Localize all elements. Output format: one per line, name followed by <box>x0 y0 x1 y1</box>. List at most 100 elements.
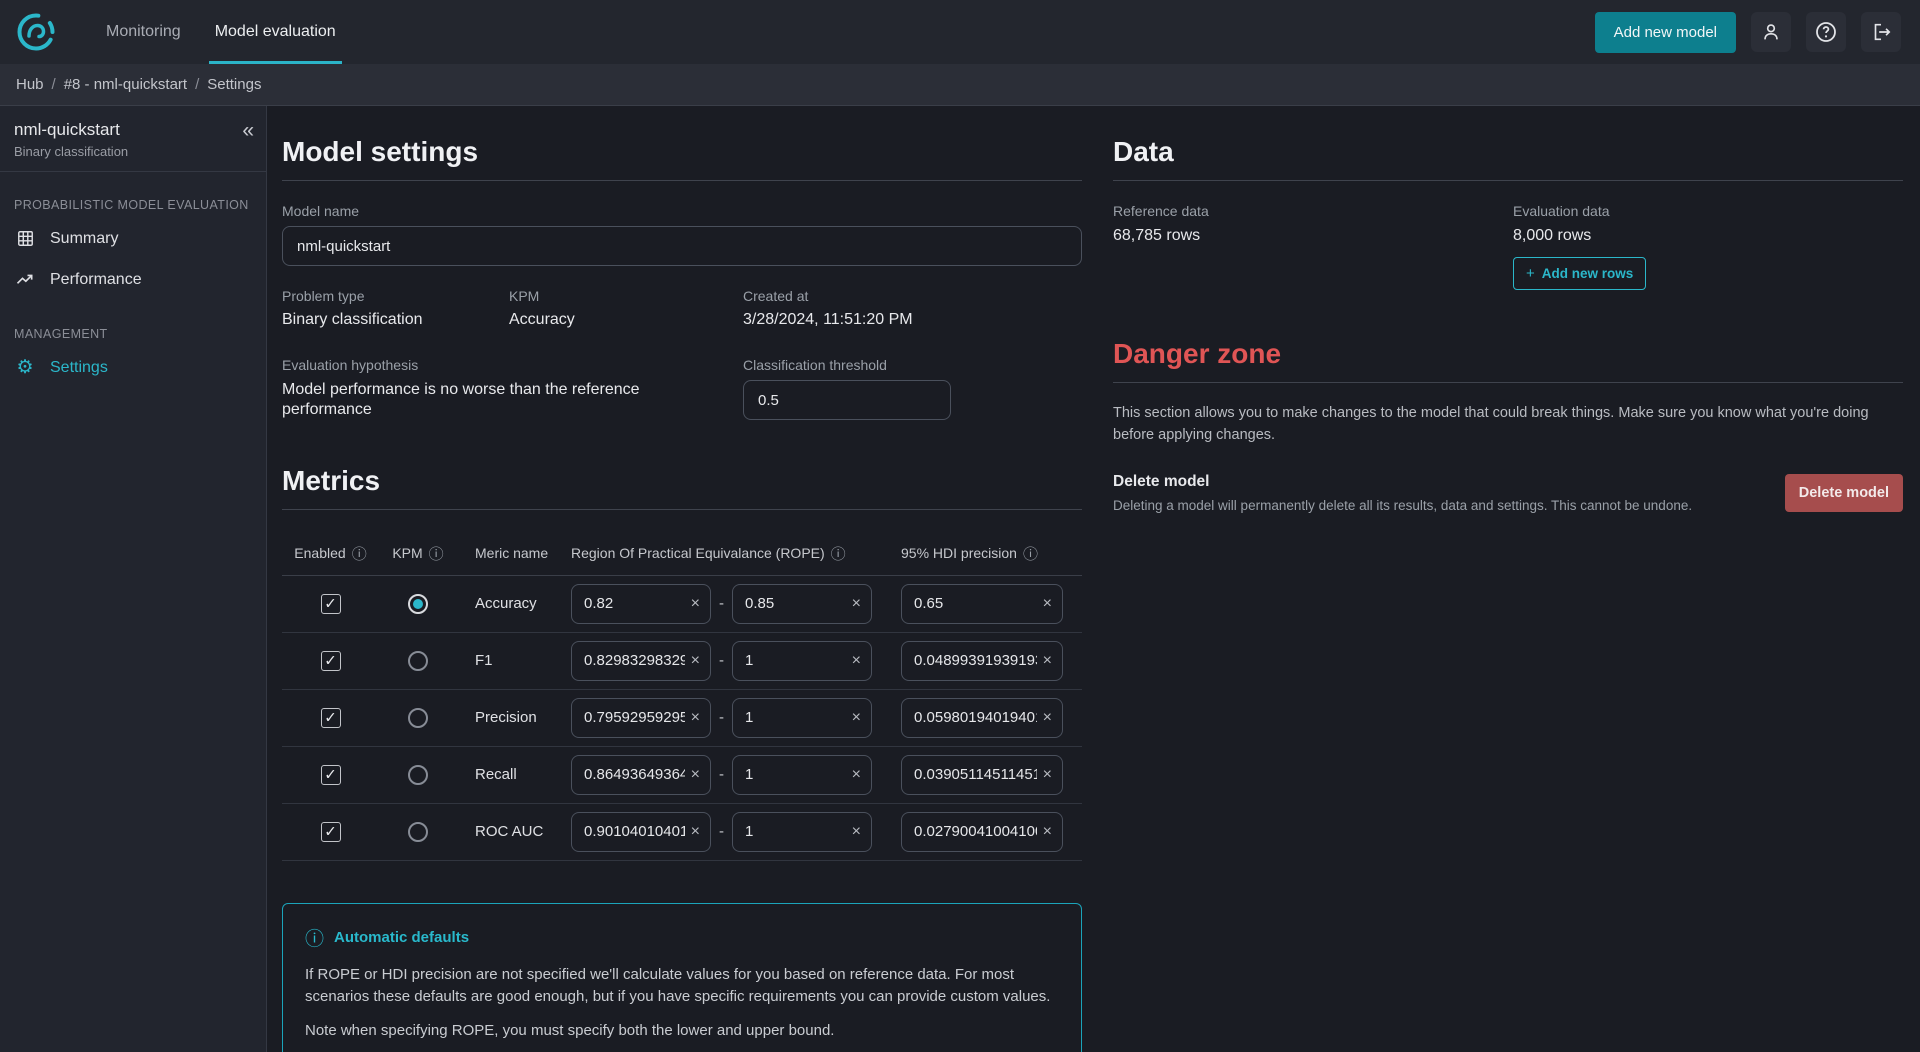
classification-threshold-input[interactable] <box>743 380 951 420</box>
clear-icon[interactable]: × <box>1041 824 1062 840</box>
gear-icon: ⚙ <box>14 358 36 377</box>
rope-lower-input[interactable] <box>572 766 689 783</box>
divider <box>282 509 1082 510</box>
sidebar-item-settings[interactable]: ⚙ Settings <box>0 347 266 388</box>
sidebar-collapse-button[interactable]: « <box>242 120 254 141</box>
reference-data-field: Reference data 68,785 rows <box>1113 203 1513 290</box>
hdi-precision-input[interactable] <box>902 766 1041 783</box>
clear-icon[interactable]: × <box>689 767 710 783</box>
enabled-checkbox[interactable] <box>321 765 341 785</box>
enabled-checkbox[interactable] <box>321 822 341 842</box>
created-at-field: Created at 3/28/2024, 11:51:20 PM <box>743 288 1082 329</box>
metric-name: Accuracy <box>457 595 571 612</box>
rope-upper-input[interactable] <box>733 709 850 726</box>
clear-icon[interactable]: × <box>689 710 710 726</box>
breadcrumb-model[interactable]: #8 - nml-quickstart <box>64 76 187 93</box>
delete-model-description: Deleting a model will permanently delete… <box>1113 498 1692 513</box>
hdi-precision-input[interactable] <box>902 595 1041 612</box>
delete-model-button[interactable]: Delete model <box>1785 474 1903 512</box>
rope-upper-input[interactable] <box>733 595 850 612</box>
column-metric-name-label: Meric name <box>475 545 548 561</box>
sidebar-item-performance[interactable]: Performance <box>0 259 266 301</box>
kpm-radio[interactable] <box>408 708 428 728</box>
data-column: Data Reference data 68,785 rows Evaluati… <box>1113 106 1903 1052</box>
enabled-checkbox[interactable] <box>321 708 341 728</box>
range-dash: - <box>719 595 724 612</box>
kpm-radio[interactable] <box>408 822 428 842</box>
model-name-input[interactable] <box>282 226 1082 266</box>
tab-monitoring[interactable]: Monitoring <box>100 0 187 64</box>
clear-icon[interactable]: × <box>850 767 871 783</box>
clear-icon[interactable]: × <box>689 653 710 669</box>
divider <box>1113 382 1903 383</box>
clear-icon[interactable]: × <box>1041 596 1062 612</box>
created-at-value: 3/28/2024, 11:51:20 PM <box>743 311 1082 329</box>
hdi-info-icon[interactable]: ⓘ <box>1023 543 1038 564</box>
rope-info-icon[interactable]: ⓘ <box>831 543 846 564</box>
rope-lower-input[interactable] <box>572 595 689 612</box>
rope-lower-input[interactable] <box>572 709 689 726</box>
metric-row-accuracy: Accuracy × - × × <box>282 576 1082 633</box>
sidebar-model-type: Binary classification <box>14 144 252 159</box>
range-dash: - <box>719 709 724 726</box>
info-box-note: Note when specifying ROPE, you must spec… <box>305 1020 1059 1042</box>
sidebar-item-summary[interactable]: Summary <box>0 218 266 259</box>
rope-lower-input[interactable] <box>572 823 689 840</box>
clear-icon[interactable]: × <box>850 653 871 669</box>
logout-button[interactable] <box>1861 12 1901 52</box>
breadcrumb-settings[interactable]: Settings <box>207 76 261 93</box>
metrics-title: Metrics <box>282 465 1082 497</box>
danger-zone-title: Danger zone <box>1113 338 1903 370</box>
sidebar-model-header: nml-quickstart Binary classification « <box>0 106 266 172</box>
rope-lower-input[interactable] <box>572 652 689 669</box>
column-metric-name: Meric name <box>457 545 571 561</box>
top-navigation: Monitoring Model evaluation Add new mode… <box>0 0 1920 64</box>
enabled-checkbox[interactable] <box>321 594 341 614</box>
clear-icon[interactable]: × <box>689 596 710 612</box>
enabled-checkbox[interactable] <box>321 651 341 671</box>
kpm-radio[interactable] <box>408 594 428 614</box>
model-name-label: Model name <box>282 203 1082 219</box>
column-rope: Region Of Practical Equivalance (ROPE) ⓘ <box>571 543 901 564</box>
metric-row-precision: Precision × - × × <box>282 690 1082 747</box>
clear-icon[interactable]: × <box>1041 710 1062 726</box>
metrics-table: Enabled ⓘ KPM ⓘ Meric name Region Of Pra… <box>282 532 1082 861</box>
clear-icon[interactable]: × <box>1041 767 1062 783</box>
clear-icon[interactable]: × <box>689 824 710 840</box>
help-button[interactable] <box>1806 12 1846 52</box>
problem-type-label: Problem type <box>282 288 509 304</box>
add-new-model-button[interactable]: Add new model <box>1595 12 1736 53</box>
kpm-radio[interactable] <box>408 765 428 785</box>
column-kpm-label: KPM <box>392 545 422 561</box>
hdi-precision-input[interactable] <box>902 823 1041 840</box>
nannyml-logo-icon <box>16 12 56 52</box>
rope-upper-input[interactable] <box>733 652 850 669</box>
nannyml-logo[interactable] <box>16 0 56 64</box>
model-settings-column: Model settings Model name Problem type B… <box>267 106 1082 1052</box>
enabled-info-icon[interactable]: ⓘ <box>352 543 367 564</box>
clear-icon[interactable]: × <box>1041 653 1062 669</box>
kpm-field: KPM Accuracy <box>509 288 743 329</box>
divider <box>1113 180 1903 181</box>
breadcrumb-hub[interactable]: Hub <box>16 76 44 93</box>
clear-icon[interactable]: × <box>850 596 871 612</box>
sidebar-model-name: nml-quickstart <box>14 120 252 140</box>
main-content: Model settings Model name Problem type B… <box>267 106 1920 1052</box>
hdi-precision-input[interactable] <box>902 652 1041 669</box>
rope-upper-input[interactable] <box>733 823 850 840</box>
info-box-title: Automatic defaults <box>334 929 469 946</box>
kpm-info-icon[interactable]: ⓘ <box>429 543 444 564</box>
range-dash: - <box>719 766 724 783</box>
evaluation-data-value: 8,000 rows <box>1513 227 1903 245</box>
add-new-rows-button[interactable]: + Add new rows <box>1513 257 1646 290</box>
summary-grid-icon <box>14 229 36 248</box>
user-button[interactable] <box>1751 12 1791 52</box>
clear-icon[interactable]: × <box>850 710 871 726</box>
tab-model-evaluation[interactable]: Model evaluation <box>209 0 342 64</box>
clear-icon[interactable]: × <box>850 824 871 840</box>
performance-trend-icon <box>14 270 36 290</box>
hdi-precision-input[interactable] <box>902 709 1041 726</box>
kpm-radio[interactable] <box>408 651 428 671</box>
info-box-paragraph: If ROPE or HDI precision are not specifi… <box>305 964 1059 1008</box>
rope-upper-input[interactable] <box>733 766 850 783</box>
